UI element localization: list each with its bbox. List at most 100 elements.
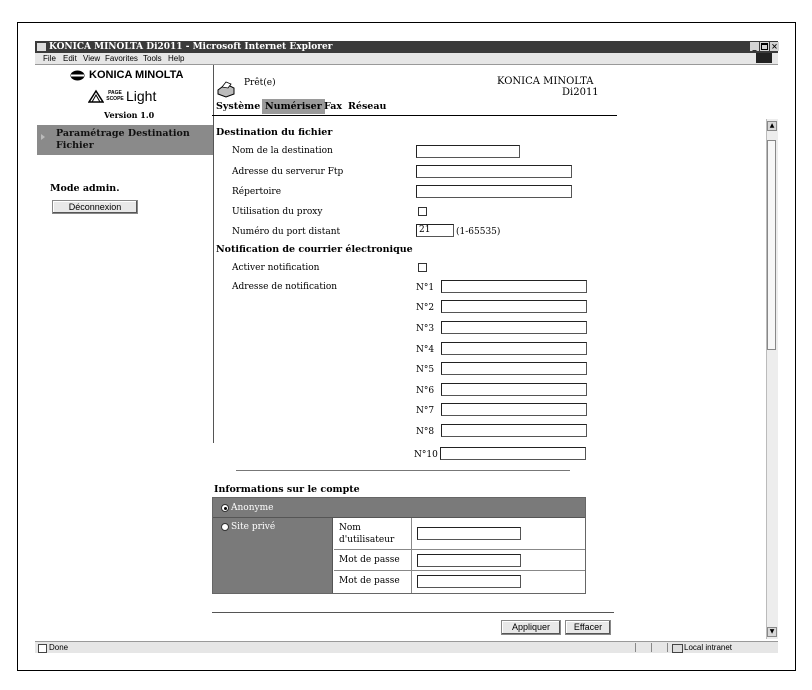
- username-input-cell: [412, 518, 585, 550]
- tab-systeme[interactable]: Système: [216, 101, 260, 112]
- version-label: Version 1.0: [104, 110, 155, 120]
- scrollbar-thumb[interactable]: [767, 140, 776, 350]
- private-site-label: Site privé: [231, 522, 276, 532]
- ie-icon: [37, 43, 46, 51]
- clear-button[interactable]: Effacer: [565, 620, 611, 635]
- company-name: KONICA MINOLTA: [89, 69, 184, 81]
- status-text: Done: [49, 643, 69, 652]
- actions-divider: [212, 612, 614, 613]
- apply-button[interactable]: Appliquer: [501, 620, 561, 635]
- tab-numeriser[interactable]: Numériser: [262, 99, 325, 114]
- menu-view[interactable]: View: [83, 53, 100, 64]
- pagescope-logo: PAGE SCOPE Light: [88, 88, 168, 104]
- remote-port-label: Numéro du port distant: [232, 227, 341, 237]
- device-model: Di2011: [562, 87, 599, 98]
- private-site-cell: Site privé: [213, 518, 333, 593]
- password-input[interactable]: [417, 554, 521, 567]
- menu-help[interactable]: Help: [168, 53, 184, 64]
- window-title-bar: KONICA MINOLTA Di2011 - Microsoft Intern…: [35, 41, 779, 53]
- ftp-server-input[interactable]: [416, 165, 572, 178]
- notification-address-label: Adresse de notification: [232, 282, 338, 292]
- username-input[interactable]: [417, 527, 521, 540]
- admin-mode-label: Mode admin.: [50, 183, 120, 194]
- sidebar-item-destination-fichier[interactable]: Paramétrage Destination Fichier: [37, 125, 213, 155]
- section-divider: [236, 470, 570, 471]
- menu-file[interactable]: File: [43, 53, 56, 64]
- tab-divider: [212, 115, 617, 116]
- address-1-label: N°1: [416, 283, 435, 293]
- destination-name-label: Nom de la destination: [232, 146, 333, 156]
- radio-dot-icon: [223, 506, 227, 510]
- enable-notification-checkbox[interactable]: [418, 263, 427, 272]
- maximize-icon: [761, 43, 768, 50]
- status-bar: Done Local intranet: [35, 641, 778, 653]
- password-confirm-input[interactable]: [417, 575, 521, 588]
- address-1-input[interactable]: [441, 280, 587, 293]
- minimize-button[interactable]: _: [750, 42, 759, 51]
- menu-tools[interactable]: Tools: [143, 53, 162, 64]
- destination-name-input[interactable]: [416, 145, 520, 158]
- anonymous-row: Anonyme: [213, 498, 585, 518]
- address-7-label: N°7: [416, 406, 435, 416]
- pagescope-text: PAGE SCOPE: [106, 90, 124, 102]
- email-notification-heading: Notification de courrier électronique: [216, 244, 413, 255]
- directory-input[interactable]: [416, 185, 572, 198]
- device-brand: KONICA MINOLTA: [497, 76, 594, 87]
- account-heading: Informations sur le compte: [214, 484, 360, 495]
- address-4-label: N°4: [416, 345, 435, 355]
- private-site-radio[interactable]: [221, 523, 229, 531]
- chevron-right-icon: [41, 134, 45, 140]
- address-5-label: N°5: [416, 365, 435, 375]
- konica-symbol-icon: [70, 70, 85, 81]
- address-3-label: N°3: [416, 324, 435, 334]
- address-2-input[interactable]: [441, 300, 587, 313]
- menu-edit[interactable]: Edit: [63, 53, 77, 64]
- address-10-input[interactable]: [440, 447, 586, 460]
- address-8-input[interactable]: [441, 424, 587, 437]
- close-button[interactable]: ×: [770, 42, 779, 51]
- logout-button[interactable]: Déconnexion: [52, 200, 138, 214]
- scroll-up-arrow-icon[interactable]: ▲: [767, 121, 777, 131]
- menu-favorites[interactable]: Favorites: [105, 53, 138, 64]
- password-confirm-label: Mot de passe: [339, 576, 400, 586]
- sidebar-item-label: Paramétrage Destination Fichier: [56, 128, 190, 151]
- menu-bar: File Edit View Favorites Tools Help: [35, 53, 778, 65]
- device-status: Prêt(e): [244, 78, 276, 88]
- username-label-cell: Nom d'utilisateur: [334, 518, 412, 550]
- anonymous-radio[interactable]: [221, 504, 229, 512]
- address-4-input[interactable]: [441, 342, 587, 355]
- address-7-input[interactable]: [441, 403, 587, 416]
- printer-icon: [217, 81, 235, 98]
- password-confirm-label-cell: Mot de passe: [334, 571, 412, 593]
- status-divider-2: [651, 643, 652, 652]
- remote-port-input[interactable]: 21: [416, 224, 454, 237]
- scroll-down-arrow-icon[interactable]: ▼: [767, 627, 777, 637]
- status-divider-3: [667, 643, 668, 652]
- tab-reseau[interactable]: Réseau: [348, 101, 386, 112]
- maximize-button[interactable]: [760, 42, 769, 51]
- address-5-input[interactable]: [441, 362, 587, 375]
- address-3-input[interactable]: [441, 321, 587, 334]
- throbber-icon: [756, 53, 772, 63]
- light-text: Light: [126, 88, 157, 104]
- page-done-icon: [38, 644, 47, 653]
- file-destination-heading: Destination du fichier: [216, 127, 333, 138]
- address-2-label: N°2: [416, 303, 435, 313]
- password-confirm-input-cell: [412, 571, 585, 593]
- address-6-input[interactable]: [441, 383, 587, 396]
- anonymous-label: Anonyme: [231, 503, 274, 513]
- konica-logo: KONICA MINOLTA: [70, 69, 190, 83]
- username-label: Nom d'utilisateur: [339, 523, 395, 545]
- address-8-label: N°8: [416, 427, 435, 437]
- address-10-label: N°10: [414, 450, 438, 460]
- password-label-cell: Mot de passe: [334, 550, 412, 571]
- tab-fax[interactable]: Fax: [324, 101, 342, 112]
- proxy-checkbox[interactable]: [418, 207, 427, 216]
- address-6-label: N°6: [416, 386, 435, 396]
- account-table: Anonyme Site privé Nom d'utilisateur Mot…: [212, 497, 586, 594]
- password-label: Mot de passe: [339, 555, 400, 565]
- password-input-cell: [412, 550, 585, 571]
- enable-notification-label: Activer notification: [232, 263, 320, 273]
- status-divider-1: [635, 643, 636, 652]
- window-title: KONICA MINOLTA Di2011 - Microsoft Intern…: [49, 42, 333, 52]
